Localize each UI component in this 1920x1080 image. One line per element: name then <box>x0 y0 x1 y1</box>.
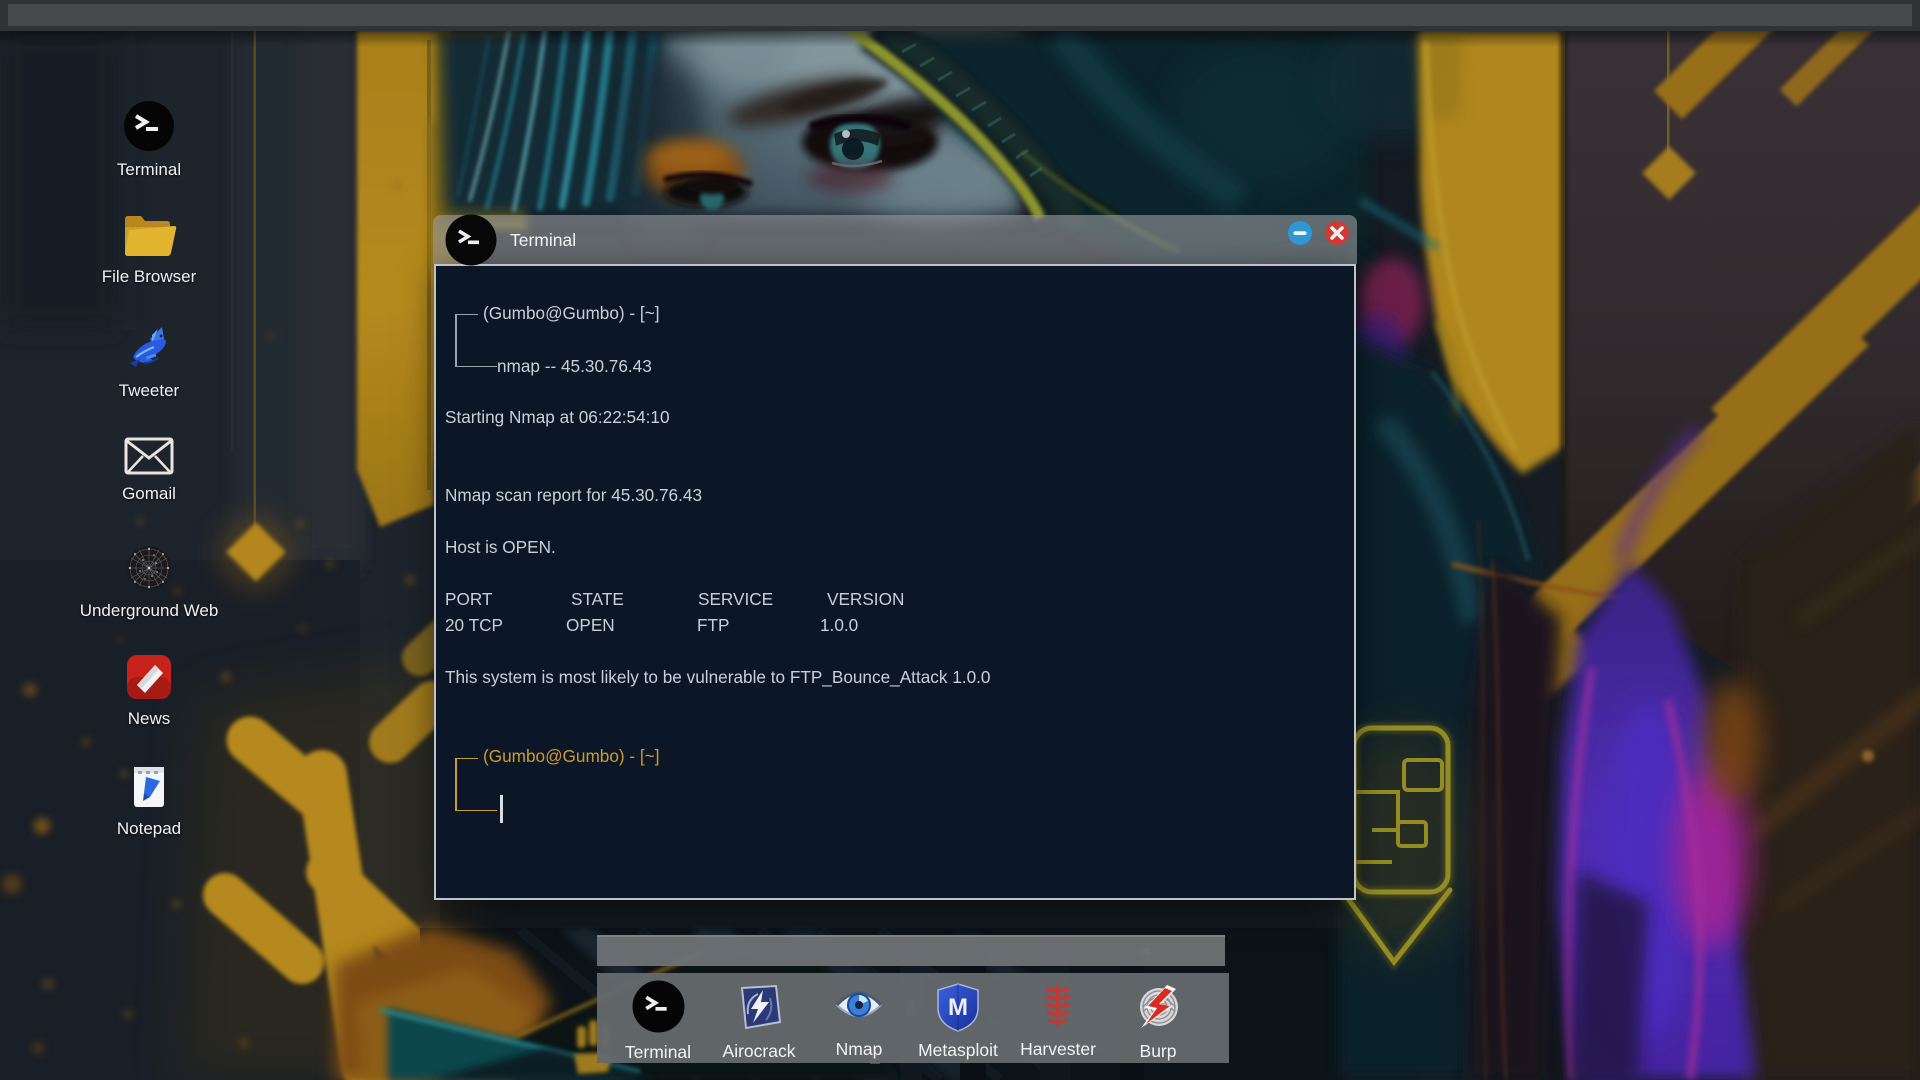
svg-text:M: M <box>948 994 968 1021</box>
